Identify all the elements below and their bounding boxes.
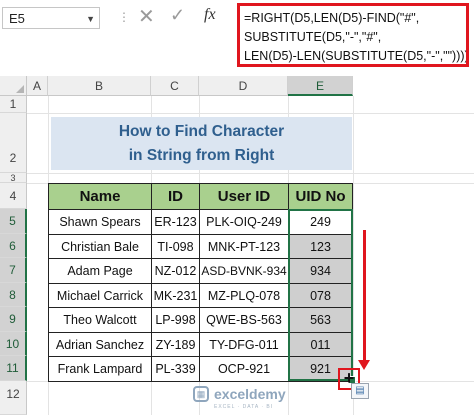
column-header-c[interactable]: C bbox=[151, 76, 199, 96]
cell-uid-no[interactable]: 123 bbox=[288, 234, 353, 259]
cell-name[interactable]: Michael Carrick bbox=[48, 283, 152, 308]
row-header-4[interactable]: 4 bbox=[0, 183, 27, 209]
cell-user-id[interactable]: QWE-BS-563 bbox=[199, 307, 289, 333]
row-header-12[interactable]: 12 bbox=[0, 381, 27, 415]
cell-uid-no[interactable]: 563 bbox=[288, 307, 353, 333]
cell-uid-no[interactable]: 934 bbox=[288, 258, 353, 284]
cell-id[interactable]: MK-231 bbox=[151, 283, 200, 308]
title-line-1: How to Find Character bbox=[118, 123, 285, 140]
cell-user-id[interactable]: MNK-PT-123 bbox=[199, 234, 289, 259]
cell-name[interactable]: Frank Lampard bbox=[48, 356, 152, 382]
cell-user-id[interactable]: ASD-BVNK-934 bbox=[199, 258, 289, 284]
column-header-b[interactable]: B bbox=[48, 76, 151, 96]
row-header-2[interactable]: 2 bbox=[0, 113, 27, 173]
row-header-10[interactable]: 10 bbox=[0, 332, 27, 356]
select-all-corner[interactable] bbox=[0, 76, 27, 96]
cell-user-id[interactable]: PLK-OIQ-249 bbox=[199, 209, 289, 235]
annotation-arrow-line bbox=[363, 230, 366, 362]
cell-id[interactable]: LP-998 bbox=[151, 307, 200, 333]
cell-id[interactable]: TI-098 bbox=[151, 234, 200, 259]
cell-id[interactable]: ZY-189 bbox=[151, 332, 200, 357]
chevron-down-icon[interactable]: ▼ bbox=[86, 8, 95, 30]
watermark-tagline: EXCEL · DATA · BI bbox=[214, 404, 274, 410]
cell-user-id[interactable]: MZ-PLQ-078 bbox=[199, 283, 289, 308]
gridline bbox=[27, 173, 474, 174]
insert-function-icon[interactable]: fx bbox=[204, 6, 216, 24]
row-header-8[interactable]: 8 bbox=[0, 283, 27, 307]
cell-id[interactable]: NZ-012 bbox=[151, 258, 200, 284]
cell-name[interactable]: Shawn Spears bbox=[48, 209, 152, 235]
cell-name[interactable]: Adam Page bbox=[48, 258, 152, 284]
row-header-11[interactable]: 11 bbox=[0, 356, 27, 381]
cell-name[interactable]: Adrian Sanchez bbox=[48, 332, 152, 357]
cell-name[interactable]: Christian Bale bbox=[48, 234, 152, 259]
cell-uid-no[interactable]: 249 bbox=[288, 209, 353, 235]
row-header-7[interactable]: 7 bbox=[0, 258, 27, 283]
header-uid-no[interactable]: UID No bbox=[288, 183, 353, 210]
watermark: ▦ exceldemy bbox=[193, 386, 286, 402]
name-box-value: E5 bbox=[9, 11, 25, 26]
sheet-title[interactable]: How to Find Character in String from Rig… bbox=[51, 117, 352, 170]
name-box[interactable]: E5 ▼ bbox=[2, 7, 100, 29]
cell-uid-no[interactable]: 011 bbox=[288, 332, 353, 357]
column-header-a[interactable]: A bbox=[27, 76, 48, 96]
header-user-id[interactable]: User ID bbox=[199, 183, 289, 210]
cell-user-id[interactable]: OCP-921 bbox=[199, 356, 289, 382]
cancel-icon[interactable]: ✕ bbox=[138, 4, 155, 29]
row-header-1[interactable]: 1 bbox=[0, 96, 27, 113]
enter-check-icon[interactable]: ✓ bbox=[170, 5, 185, 26]
header-name[interactable]: Name bbox=[48, 183, 152, 210]
header-id[interactable]: ID bbox=[151, 183, 200, 210]
column-header-d[interactable]: D bbox=[199, 76, 288, 96]
column-header-e[interactable]: E bbox=[288, 76, 353, 96]
cell-id[interactable]: ER-123 bbox=[151, 209, 200, 235]
cell-uid-no[interactable]: 078 bbox=[288, 283, 353, 308]
title-line-2: in String from Right bbox=[128, 147, 275, 164]
row-header-6[interactable]: 6 bbox=[0, 234, 27, 258]
row-header-5[interactable]: 5 bbox=[0, 209, 27, 234]
cell-id[interactable]: PL-339 bbox=[151, 356, 200, 382]
cell-user-id[interactable]: TY-DFG-011 bbox=[199, 332, 289, 357]
formula-input[interactable]: =RIGHT(D5,LEN(D5)-FIND("#", SUBSTITUTE(D… bbox=[237, 3, 469, 67]
row-header-9[interactable]: 9 bbox=[0, 307, 27, 332]
gridline bbox=[27, 113, 474, 114]
row-header-3[interactable]: 3 bbox=[0, 173, 27, 183]
exceldemy-logo-icon: ▦ bbox=[193, 386, 209, 402]
cell-name[interactable]: Theo Walcott bbox=[48, 307, 152, 333]
watermark-brand: exceldemy bbox=[214, 386, 286, 402]
auto-fill-options-icon[interactable]: ▤ bbox=[351, 383, 369, 399]
formula-bar: E5 ▼ ⋮ ✕ ✓ fx =RIGHT(D5,LEN(D5)-FIND("#"… bbox=[0, 0, 474, 72]
more-options-icon[interactable]: ⋮ bbox=[118, 10, 131, 24]
